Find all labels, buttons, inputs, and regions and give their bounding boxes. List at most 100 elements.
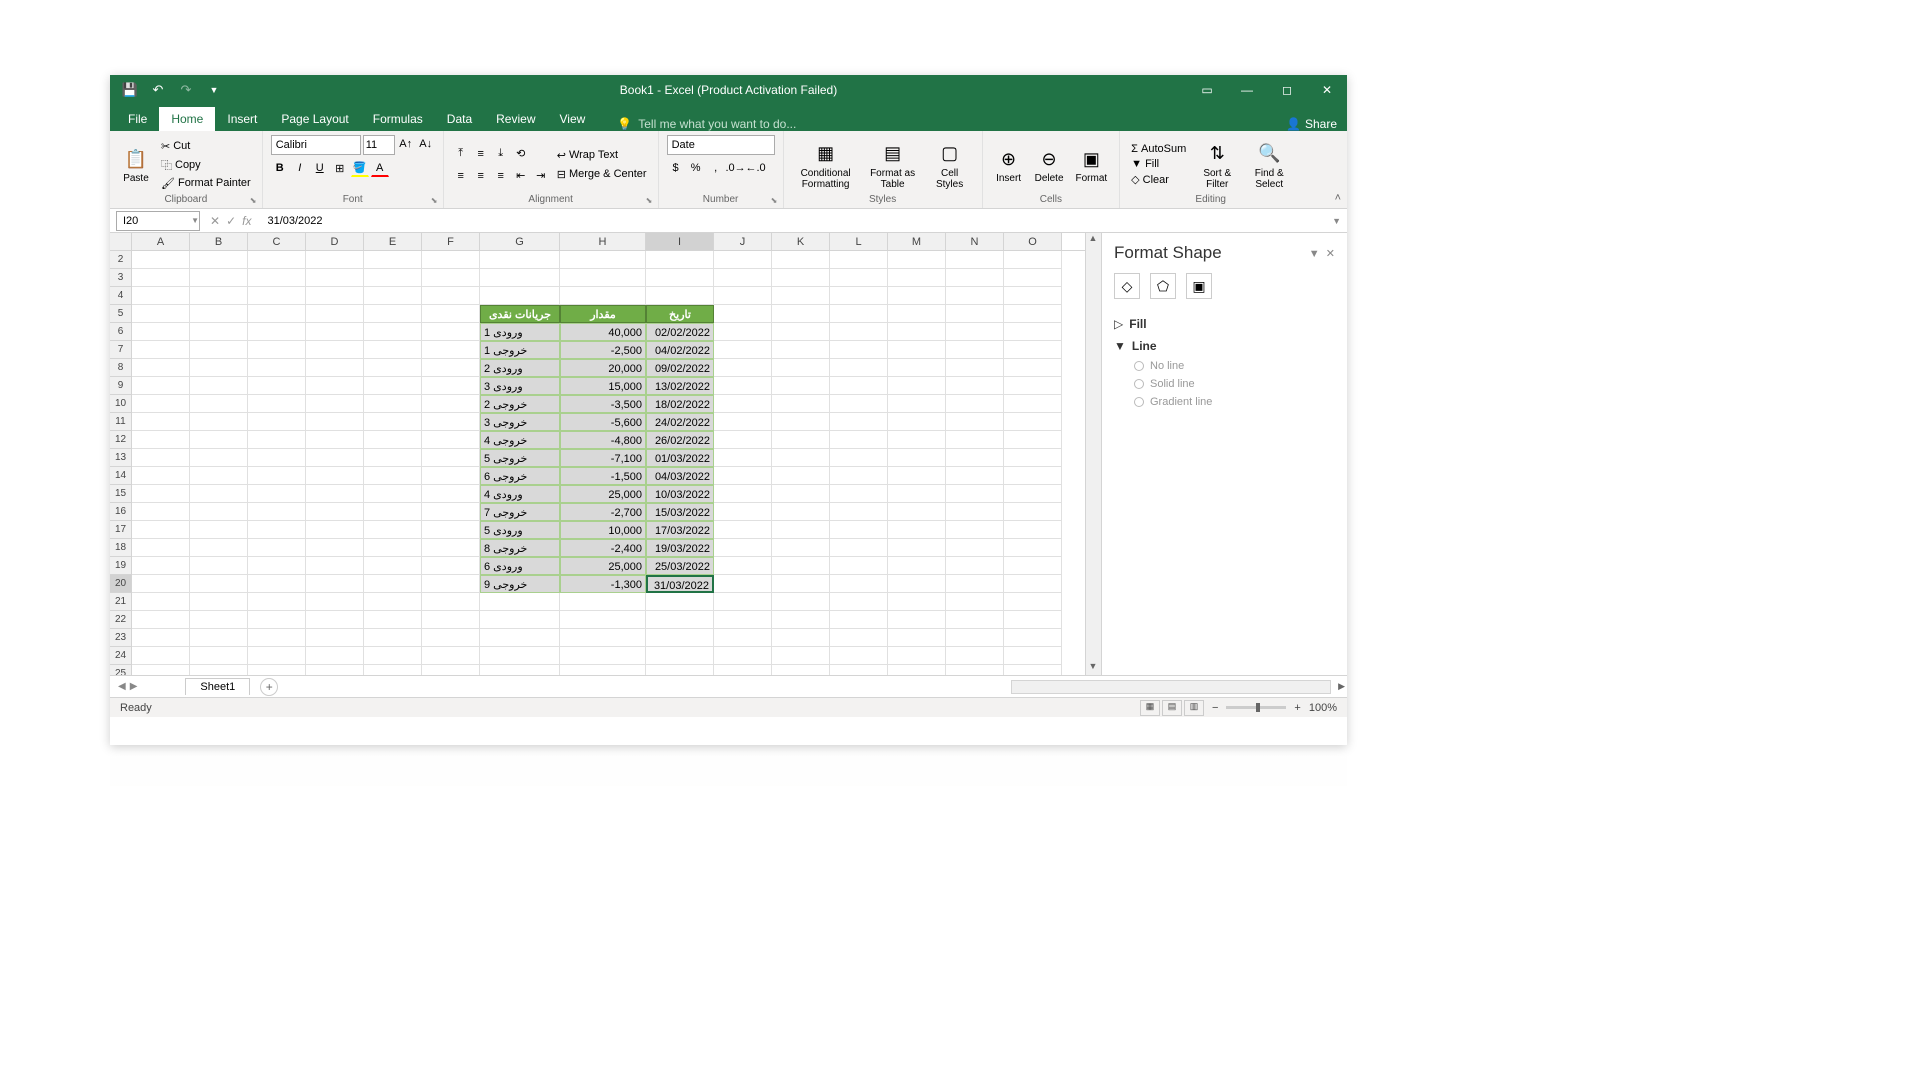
cell-D17[interactable] bbox=[306, 521, 364, 539]
cell-K2[interactable] bbox=[772, 251, 830, 269]
cell-J11[interactable] bbox=[714, 413, 772, 431]
cell-A23[interactable] bbox=[132, 629, 190, 647]
cell-B13[interactable] bbox=[190, 449, 248, 467]
cell-D15[interactable] bbox=[306, 485, 364, 503]
cell-J17[interactable] bbox=[714, 521, 772, 539]
cell-B12[interactable] bbox=[190, 431, 248, 449]
cell-F10[interactable] bbox=[422, 395, 480, 413]
cell-L11[interactable] bbox=[830, 413, 888, 431]
cell-K19[interactable] bbox=[772, 557, 830, 575]
increase-indent-icon[interactable]: ⇥ bbox=[532, 167, 550, 185]
cell-J14[interactable] bbox=[714, 467, 772, 485]
cell-D3[interactable] bbox=[306, 269, 364, 287]
cell-J24[interactable] bbox=[714, 647, 772, 665]
cell-B15[interactable] bbox=[190, 485, 248, 503]
ribbon-display-icon[interactable]: ▭ bbox=[1187, 75, 1227, 105]
cell-N5[interactable] bbox=[946, 305, 1004, 323]
cell-L3[interactable] bbox=[830, 269, 888, 287]
cell-M14[interactable] bbox=[888, 467, 946, 485]
cell-D16[interactable] bbox=[306, 503, 364, 521]
cell-C19[interactable] bbox=[248, 557, 306, 575]
cell-C13[interactable] bbox=[248, 449, 306, 467]
cell-K23[interactable] bbox=[772, 629, 830, 647]
format-as-table-button[interactable]: ▤Format as Table bbox=[864, 138, 922, 192]
scroll-up-icon[interactable]: ▲ bbox=[1086, 233, 1100, 247]
cell-L22[interactable] bbox=[830, 611, 888, 629]
cell-N11[interactable] bbox=[946, 413, 1004, 431]
cell-I24[interactable] bbox=[646, 647, 714, 665]
cell-H23[interactable] bbox=[560, 629, 646, 647]
cell-M23[interactable] bbox=[888, 629, 946, 647]
cell-B6[interactable] bbox=[190, 323, 248, 341]
cell-H19[interactable]: 25,000 bbox=[560, 557, 646, 575]
fx-icon[interactable]: fx bbox=[242, 214, 251, 228]
row-header-13[interactable]: 13 bbox=[110, 449, 132, 467]
cell-O2[interactable] bbox=[1004, 251, 1062, 269]
col-header-C[interactable]: C bbox=[248, 233, 306, 250]
cell-K18[interactable] bbox=[772, 539, 830, 557]
cell-B5[interactable] bbox=[190, 305, 248, 323]
cell-C10[interactable] bbox=[248, 395, 306, 413]
cell-D6[interactable] bbox=[306, 323, 364, 341]
underline-button[interactable]: U bbox=[311, 159, 329, 177]
cell-F2[interactable] bbox=[422, 251, 480, 269]
cell-G15[interactable]: ورودی 4 bbox=[480, 485, 560, 503]
cell-F5[interactable] bbox=[422, 305, 480, 323]
bold-button[interactable]: B bbox=[271, 159, 289, 177]
cell-F6[interactable] bbox=[422, 323, 480, 341]
cell-J10[interactable] bbox=[714, 395, 772, 413]
comma-format-icon[interactable]: , bbox=[707, 159, 725, 177]
redo-icon[interactable]: ↷ bbox=[176, 80, 196, 100]
conditional-formatting-button[interactable]: ▦Conditional Formatting bbox=[792, 138, 860, 192]
row-header-6[interactable]: 6 bbox=[110, 323, 132, 341]
cell-H12[interactable]: -4,800 bbox=[560, 431, 646, 449]
cell-E10[interactable] bbox=[364, 395, 422, 413]
cell-A14[interactable] bbox=[132, 467, 190, 485]
cell-C16[interactable] bbox=[248, 503, 306, 521]
solid-line-option[interactable]: Solid line bbox=[1114, 375, 1335, 393]
cell-N8[interactable] bbox=[946, 359, 1004, 377]
cell-E16[interactable] bbox=[364, 503, 422, 521]
cell-G11[interactable]: خروجی 3 bbox=[480, 413, 560, 431]
normal-view-icon[interactable]: ▦ bbox=[1140, 700, 1160, 716]
cell-E6[interactable] bbox=[364, 323, 422, 341]
cell-O18[interactable] bbox=[1004, 539, 1062, 557]
cell-J8[interactable] bbox=[714, 359, 772, 377]
cell-A2[interactable] bbox=[132, 251, 190, 269]
tab-home[interactable]: Home bbox=[159, 107, 215, 131]
tab-view[interactable]: View bbox=[548, 107, 598, 131]
select-all-corner[interactable] bbox=[110, 233, 132, 250]
name-box-dropdown-icon[interactable]: ▼ bbox=[191, 216, 199, 225]
effects-tab-icon[interactable]: ⬠ bbox=[1150, 273, 1176, 299]
cell-M22[interactable] bbox=[888, 611, 946, 629]
decrease-font-icon[interactable]: A↓ bbox=[417, 135, 435, 153]
col-header-D[interactable]: D bbox=[306, 233, 364, 250]
cell-B24[interactable] bbox=[190, 647, 248, 665]
cell-H3[interactable] bbox=[560, 269, 646, 287]
align-middle-icon[interactable]: ≡ bbox=[472, 145, 490, 163]
cell-D23[interactable] bbox=[306, 629, 364, 647]
row-header-24[interactable]: 24 bbox=[110, 647, 132, 665]
cell-H18[interactable]: -2,400 bbox=[560, 539, 646, 557]
italic-button[interactable]: I bbox=[291, 159, 309, 177]
cell-G21[interactable] bbox=[480, 593, 560, 611]
row-header-14[interactable]: 14 bbox=[110, 467, 132, 485]
cell-A7[interactable] bbox=[132, 341, 190, 359]
clear-button[interactable]: ◇Clear bbox=[1128, 172, 1189, 187]
cell-G4[interactable] bbox=[480, 287, 560, 305]
cell-F25[interactable] bbox=[422, 665, 480, 675]
cell-I23[interactable] bbox=[646, 629, 714, 647]
cells[interactable]: جریانات نقدیمقدارتاریخورودی 140,00002/02… bbox=[132, 251, 1085, 675]
increase-font-icon[interactable]: A↑ bbox=[397, 135, 415, 153]
name-box[interactable]: I20▼ bbox=[116, 211, 200, 231]
percent-format-icon[interactable]: % bbox=[687, 159, 705, 177]
cell-C15[interactable] bbox=[248, 485, 306, 503]
cell-J13[interactable] bbox=[714, 449, 772, 467]
cancel-formula-icon[interactable]: ✕ bbox=[210, 214, 220, 228]
cell-L23[interactable] bbox=[830, 629, 888, 647]
align-top-icon[interactable]: ⤒ bbox=[452, 145, 470, 163]
cell-J19[interactable] bbox=[714, 557, 772, 575]
row-header-22[interactable]: 22 bbox=[110, 611, 132, 629]
cell-H13[interactable]: -7,100 bbox=[560, 449, 646, 467]
cell-B19[interactable] bbox=[190, 557, 248, 575]
